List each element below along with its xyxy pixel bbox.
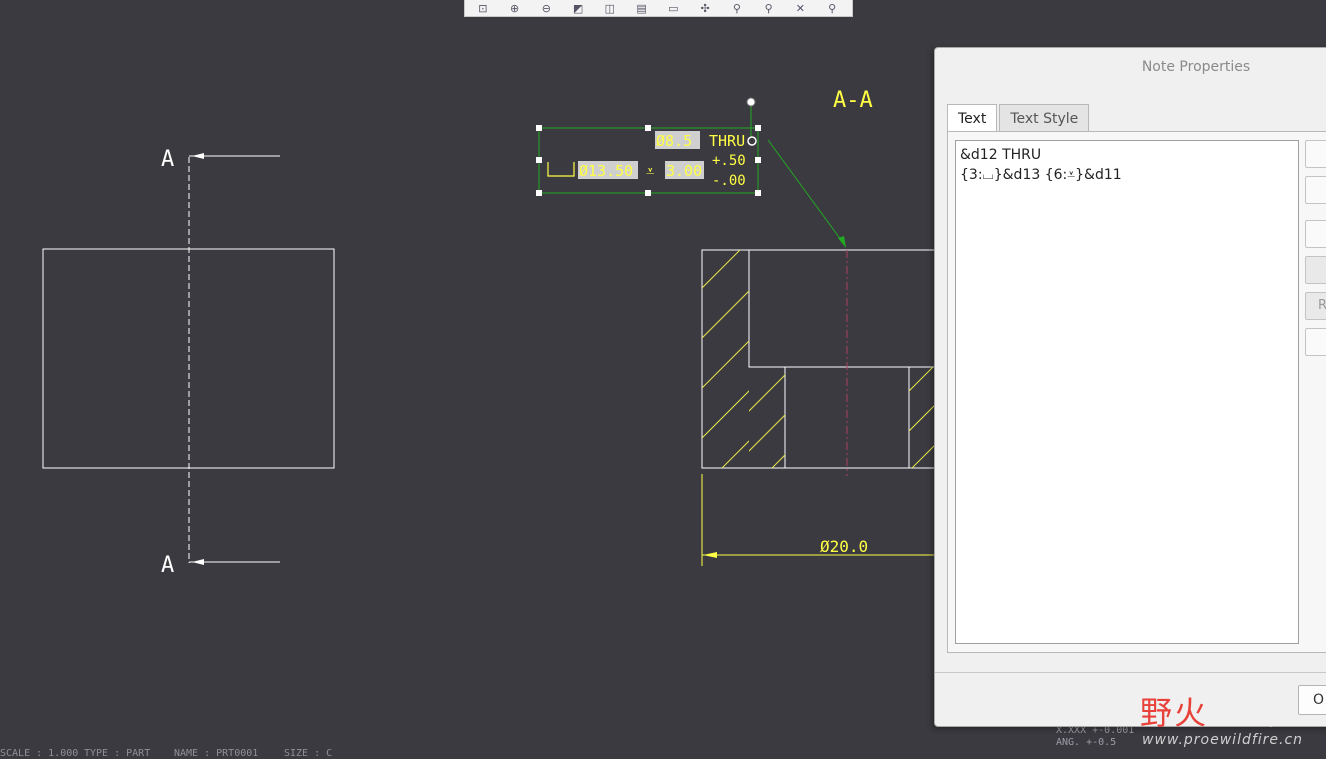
note-rotate-handle[interactable] [746, 97, 756, 107]
repaint-icon[interactable]: ◩ [566, 0, 590, 17]
section-view-title[interactable]: A-A [833, 88, 873, 113]
zoom-fit-icon[interactable]: ⊡ [471, 0, 495, 17]
zoom-in-icon[interactable]: ⊕ [503, 0, 527, 17]
watermark-cn-2: 火 [1174, 694, 1209, 732]
named-view-icon[interactable]: ◫ [598, 0, 622, 17]
sheet-icon[interactable]: ▭ [662, 0, 686, 17]
side-button-6[interactable] [1305, 328, 1326, 356]
note-line1-dia[interactable]: Ø8.5 [656, 132, 692, 150]
note-anchor-handle[interactable] [747, 136, 757, 146]
hole-note[interactable]: Ø8.5 THRU Ø13.50 ⩡ 3.00 +.50 -.00 [536, 97, 846, 248]
display-icon-2[interactable]: ⚲ [725, 0, 749, 17]
status-type: TYPE : PART [84, 748, 151, 759]
side-button-r-label: R [1318, 298, 1326, 313]
zoom-out-icon[interactable]: ⊖ [535, 0, 559, 17]
side-button-3[interactable] [1305, 220, 1326, 248]
status-scale: SCALE : 1.000 [0, 748, 79, 759]
grip-handle-tr[interactable] [755, 125, 761, 131]
grip-handle-ml[interactable] [536, 157, 542, 163]
dimension-text[interactable]: Ø20.0 [820, 537, 868, 556]
hatch-lower [749, 374, 785, 468]
display-icon-3[interactable]: ⚲ [757, 0, 781, 17]
arrowhead-top [192, 153, 204, 159]
tolerance-lower[interactable]: -.00 [712, 173, 746, 189]
grip-handle-tl[interactable] [536, 125, 542, 131]
side-button-1[interactable] [1305, 140, 1326, 168]
note-line2-dia[interactable]: Ø13.50 [579, 162, 633, 180]
section-view-outline[interactable] [701, 249, 934, 469]
watermark-url: www.proewildfire.cn [1142, 732, 1304, 748]
hatch-left [702, 250, 749, 468]
tab-text-style[interactable]: Text Style [999, 104, 1090, 132]
note-text-line-2: {3:⌴}&d13 {6:⩡}&d11 [960, 167, 1122, 183]
tolerance-angle: ANG. +-0.5 [1056, 737, 1117, 748]
tab-text[interactable]: Text [947, 104, 998, 132]
note-leader[interactable] [767, 139, 845, 245]
dialog-tabs: Text Text Style [947, 104, 1091, 132]
depth-symbol: ⩡ [646, 162, 654, 180]
grip-handle-br[interactable] [755, 190, 761, 196]
dialog-title: Note Properties [1141, 59, 1251, 75]
view-toolbar: ⊡ ⊕ ⊖ ◩ ◫ ▤ ▭ ✣ ⚲ ⚲ ✕ ⚲ [464, 0, 853, 17]
tolerance-upper[interactable]: +.50 [712, 153, 746, 169]
section-label-bottom[interactable]: A [161, 553, 174, 578]
note-line2-depth[interactable]: 3.00 [666, 162, 702, 180]
counterbore-symbol [547, 162, 575, 177]
display-icon-4[interactable]: ✕ [789, 0, 813, 17]
side-button-4[interactable] [1305, 256, 1326, 284]
note-text-area[interactable]: &d12 THRU {3:⌴}&d13 {6:⩡}&d11 [955, 140, 1299, 644]
arrowhead-bottom [192, 559, 204, 565]
watermark-cn-1: 野 [1140, 694, 1175, 732]
side-button-2[interactable] [1305, 176, 1326, 204]
watermark-logo: 野火论坛 [1140, 688, 1276, 734]
note-line1-suffix[interactable]: THRU [709, 132, 745, 150]
grip-handle-bc[interactable] [645, 190, 651, 196]
dimension-arrowhead [703, 552, 717, 558]
grip-handle-mr[interactable] [755, 157, 761, 163]
note-properties-dialog[interactable]: Note Properties Text Text Style &d12 THR… [934, 47, 1326, 727]
dialog-footer-divider [935, 672, 1326, 673]
counterbore-edge [748, 250, 934, 368]
watermark-cn-3: 论坛 [1208, 694, 1277, 732]
display-icon-1[interactable]: ✣ [693, 0, 717, 17]
display-icon-5[interactable]: ⚲ [820, 0, 844, 17]
status-size: SIZE : C [284, 748, 333, 759]
status-name: NAME : PRT0001 [174, 748, 259, 759]
note-text-line-1: &d12 THRU [960, 147, 1042, 163]
ok-button[interactable]: O [1298, 685, 1326, 715]
text-tab-panel: &d12 THRU {3:⌴}&d13 {6:⩡}&d11 [947, 131, 1326, 653]
layer-icon[interactable]: ▤ [630, 0, 654, 17]
section-label-top[interactable]: A [161, 147, 174, 172]
grip-handle-tc[interactable] [645, 125, 651, 131]
leader-arrowhead [838, 236, 846, 248]
grip-handle-bl[interactable] [536, 190, 542, 196]
ok-button-label: O [1313, 692, 1325, 708]
side-button-r[interactable]: R [1305, 292, 1326, 320]
